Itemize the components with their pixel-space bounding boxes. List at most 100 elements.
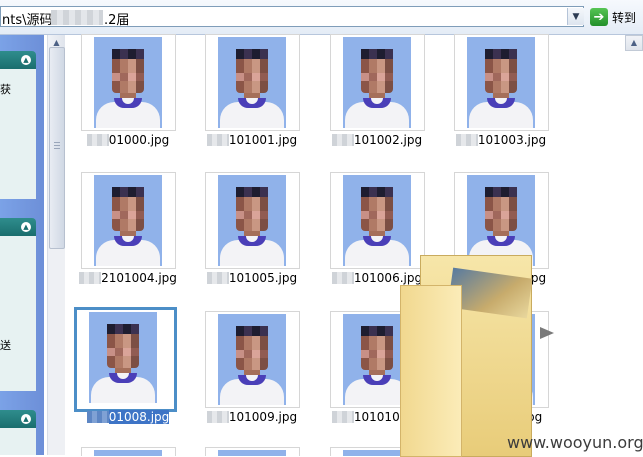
file-name-text: 2101004.jpg — [101, 271, 177, 285]
filename-redacted — [206, 411, 229, 423]
photo-hair — [485, 49, 517, 59]
photo-hair — [112, 49, 144, 59]
go-button[interactable]: ➔ 转到 — [590, 7, 636, 27]
watermark: www.wooyun.org — [507, 433, 643, 452]
file-thumbnail[interactable]: 101003.jpg — [451, 34, 551, 154]
file-name: 101001.jpg — [202, 133, 302, 147]
pixelated-face — [485, 193, 517, 231]
address-redacted — [51, 10, 103, 25]
thumbnail-frame — [205, 311, 300, 408]
chevron-up-icon[interactable]: ▲ — [21, 414, 31, 424]
file-thumbnail[interactable]: 01008.jpg — [74, 307, 178, 431]
file-name: 101005.jpg — [202, 271, 302, 285]
file-name-text: 101002.jpg — [353, 133, 423, 147]
pixelated-face — [361, 193, 393, 231]
photo-hair — [361, 49, 393, 59]
photo-hair — [485, 187, 517, 197]
student-photo — [94, 175, 162, 266]
student-photo — [343, 175, 411, 266]
address-path-end: .2届 — [104, 13, 130, 28]
pixelated-face — [112, 193, 144, 231]
pixelated-face — [112, 55, 144, 93]
thumbnail-frame — [81, 172, 176, 269]
filename-redacted — [331, 134, 354, 146]
file-name: 101002.jpg — [327, 133, 427, 147]
vertical-scrollbar[interactable]: ▲ — [47, 35, 65, 455]
thumbnail-frame — [454, 34, 549, 131]
file-thumbnail[interactable]: 101005.jpg — [202, 172, 302, 292]
file-name-text: 101005.jpg — [228, 271, 298, 285]
file-name-text: 101009.jpg — [228, 410, 298, 424]
scrollbar-thumb[interactable] — [49, 47, 65, 249]
folder-front — [400, 285, 462, 457]
student-photo — [467, 175, 535, 266]
pixelated-face — [236, 55, 268, 93]
file-thumbnail[interactable]: 01000.jpg — [78, 34, 178, 154]
chevron-up-icon[interactable]: ▲ — [21, 222, 31, 232]
address-bar: nts\源码 .2届 ▼ ➔ 转到 — [0, 0, 643, 35]
thumbnail-frame — [330, 34, 425, 131]
task-panel-header[interactable]: ▲ — [0, 51, 36, 69]
task-panel-header[interactable]: ▲ — [0, 410, 36, 428]
go-button-label: 转到 — [612, 10, 637, 25]
scroll-up-icon[interactable]: ▲ — [625, 35, 643, 51]
filename-redacted — [86, 134, 109, 146]
chevron-down-icon[interactable]: ▼ — [567, 8, 584, 25]
address-path-start: nts\源码 — [2, 13, 53, 28]
task-panel-body: 获 — [0, 69, 36, 199]
task-panel-body — [0, 428, 36, 455]
task-panel-body: 送 — [0, 236, 36, 391]
filename-redacted — [86, 411, 109, 423]
pixelated-face — [485, 55, 517, 93]
thumbnail-frame — [205, 172, 300, 269]
pixelated-face — [361, 55, 393, 93]
photo-hair — [361, 187, 393, 197]
filename-redacted — [79, 272, 102, 284]
student-photo — [218, 175, 286, 266]
filename-redacted — [206, 272, 229, 284]
task-panel-header[interactable]: ▲ — [0, 218, 36, 236]
photo-hair — [361, 326, 393, 336]
student-photo — [467, 37, 535, 128]
chevron-up-icon[interactable]: ▲ — [21, 55, 31, 65]
file-thumbnail[interactable]: 101002.jpg — [327, 34, 427, 154]
filename-redacted — [331, 272, 354, 284]
filename-redacted — [331, 411, 354, 423]
photo-hair — [236, 49, 268, 59]
cursor-icon — [540, 327, 554, 339]
file-name: 101009.jpg — [202, 410, 302, 424]
thumbnail-frame — [81, 34, 176, 131]
file-name-text: 01000.jpg — [108, 133, 170, 147]
thumbnail-frame — [205, 34, 300, 131]
file-thumbnail[interactable]: 2101004.jpg — [78, 172, 178, 292]
photo-hair — [112, 187, 144, 197]
photo-hair — [107, 324, 139, 334]
file-thumbnail[interactable]: 101001.jpg — [202, 34, 302, 154]
address-input[interactable]: nts\源码 .2届 ▼ — [0, 6, 584, 28]
file-name-text: 01008.jpg — [108, 410, 170, 424]
file-name: 2101004.jpg — [78, 271, 178, 285]
task-pane: ▲ 获 ▲ 送 ▲ — [0, 35, 44, 455]
photo-hair — [236, 326, 268, 336]
pixelated-face — [107, 330, 139, 368]
file-name: 101003.jpg — [451, 133, 551, 147]
pixelated-face — [361, 332, 393, 370]
green-arrow-right-icon: ➔ — [590, 8, 608, 26]
thumbnail-frame — [74, 307, 177, 412]
file-name: 01000.jpg — [78, 133, 178, 147]
student-photo — [94, 37, 162, 128]
task-panel-text: 送 — [0, 339, 11, 352]
task-panel-text: 获 — [0, 83, 11, 96]
folder-icon — [400, 255, 560, 457]
photo-hair — [236, 187, 268, 197]
student-photo — [218, 37, 286, 128]
file-name-text: 101003.jpg — [477, 133, 547, 147]
student-photo — [343, 37, 411, 128]
filename-redacted — [455, 134, 478, 146]
file-thumbnail[interactable]: 101009.jpg — [202, 311, 302, 431]
student-photo — [89, 312, 157, 403]
file-name-text: 101001.jpg — [228, 133, 298, 147]
pixelated-face — [236, 332, 268, 370]
student-photo — [218, 314, 286, 405]
pixelated-face — [236, 193, 268, 231]
